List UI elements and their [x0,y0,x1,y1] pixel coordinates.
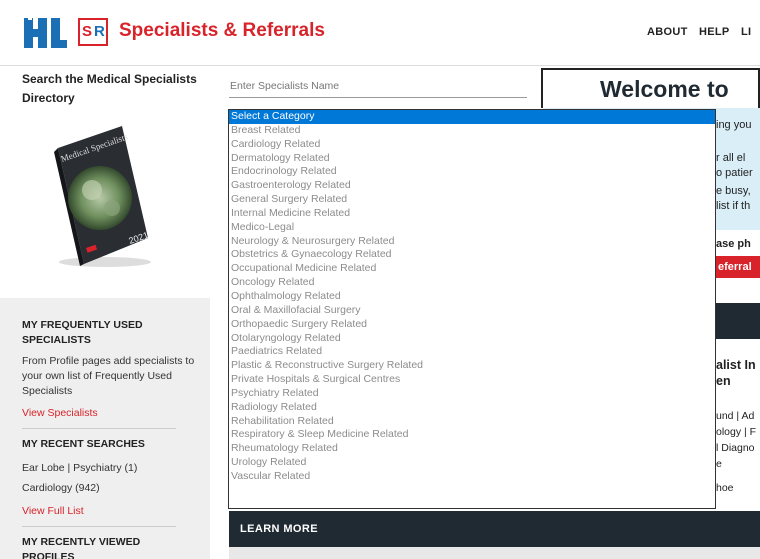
site-header: S R Specialists & Referrals ABOUT HELP L… [0,0,760,66]
nav-help[interactable]: HELP [699,26,730,38]
category-option[interactable]: Neurology & Neurosurgery Related [229,235,715,249]
category-option[interactable]: Gastroenterology Related [229,179,715,193]
category-option[interactable]: Paediatrics Related [229,345,715,359]
hl-logo-icon[interactable] [22,14,68,50]
recent-search-item[interactable]: Cardiology (942) [22,481,100,496]
site-title[interactable]: Specialists & Referrals [119,20,325,42]
category-option[interactable]: Oncology Related [229,276,715,290]
category-option[interactable]: Ophthalmology Related [229,290,715,304]
welcome-text-fragment: e busy, [716,185,751,197]
frequent-specialists-heading: MY FREQUENTLY USED SPECIALISTS [22,319,143,346]
recently-viewed-heading: MY RECENTLY VIEWED PROFILES [22,536,141,559]
footer-strip [229,547,760,559]
sr-logo-s: S [82,23,93,40]
category-option[interactable]: Psychiatry Related [229,387,715,401]
dark-strip [716,303,760,339]
sr-logo-r: R [94,23,105,40]
sr-logo-icon[interactable]: S R [78,18,108,46]
directory-book-image[interactable]: Medical Specialists 2021 [40,120,160,270]
category-option[interactable]: General Surgery Related [229,193,715,207]
welcome-text-fragment: ing you [716,119,752,131]
category-option[interactable]: Respiratory & Sleep Medicine Related [229,428,715,442]
category-dropdown-list[interactable]: Select a Category Breast Related Cardiolog… [228,109,716,509]
category-option[interactable]: Otolaryngology Related [229,332,715,346]
category-option[interactable]: Private Hospitals & Surgical Centres [229,373,715,387]
category-option[interactable]: Internal Medicine Related [229,207,715,221]
category-option[interactable]: Radiology Related [229,401,715,415]
category-option[interactable]: Urology Related [229,456,715,470]
category-option[interactable]: Plastic & Reconstructive Surgery Related [229,359,715,373]
specialist-info-heading: alist In [716,358,756,372]
divider [22,526,176,527]
divider [22,428,176,429]
welcome-text-fragment: ase ph [716,238,751,250]
nav-about[interactable]: ABOUT [647,26,688,38]
specialist-info-text[interactable]: und | Ad [716,408,754,425]
recent-searches-heading: MY RECENT SEARCHES [22,438,145,450]
category-option[interactable]: Vascular Related [229,470,715,484]
view-full-list-link[interactable]: View Full List [22,504,84,519]
category-option[interactable]: Breast Related [229,124,715,138]
category-option[interactable]: Medico-Legal [229,221,715,235]
category-option[interactable]: Select a Category [229,110,715,124]
welcome-text-fragment: list if th [716,200,751,212]
nav-list[interactable]: LI [741,26,751,38]
referral-button[interactable]: eferral [716,256,760,278]
specialist-name-input[interactable] [229,74,527,98]
specialist-info-text[interactable]: hoe [716,480,734,497]
specialist-info-text[interactable]: l Diagno [716,440,755,457]
category-option[interactable]: Dermatology Related [229,152,715,166]
welcome-title: Welcome to [600,76,729,102]
category-option[interactable]: Endocrinology Related [229,165,715,179]
welcome-text-fragment: r all el [716,152,746,164]
learn-more-button[interactable]: LEARN MORE [229,511,760,547]
specialist-info-heading: en [716,374,731,388]
category-option[interactable]: Occupational Medicine Related [229,262,715,276]
category-option[interactable]: Rehabilitation Related [229,415,715,429]
category-option[interactable]: Orthopaedic Surgery Related [229,318,715,332]
recent-search-item[interactable]: Ear Lobe | Psychiatry (1) [22,461,137,476]
category-option[interactable]: Oral & Maxillofacial Surgery [229,304,715,318]
view-specialists-link[interactable]: View Specialists [22,406,98,421]
category-option[interactable]: Rheumatology Related [229,442,715,456]
category-option[interactable]: Cardiology Related [229,138,715,152]
specialist-info-text[interactable]: e [716,456,722,473]
directory-search-title: Search the Medical Specialists Directory [22,72,197,105]
specialist-info-text[interactable]: ology | F [716,424,756,441]
category-option[interactable]: Obstetrics & Gynaecology Related [229,248,715,262]
welcome-text-fragment: o patier [716,167,753,179]
frequent-specialists-text: From Profile pages add specialists to yo… [22,355,195,397]
